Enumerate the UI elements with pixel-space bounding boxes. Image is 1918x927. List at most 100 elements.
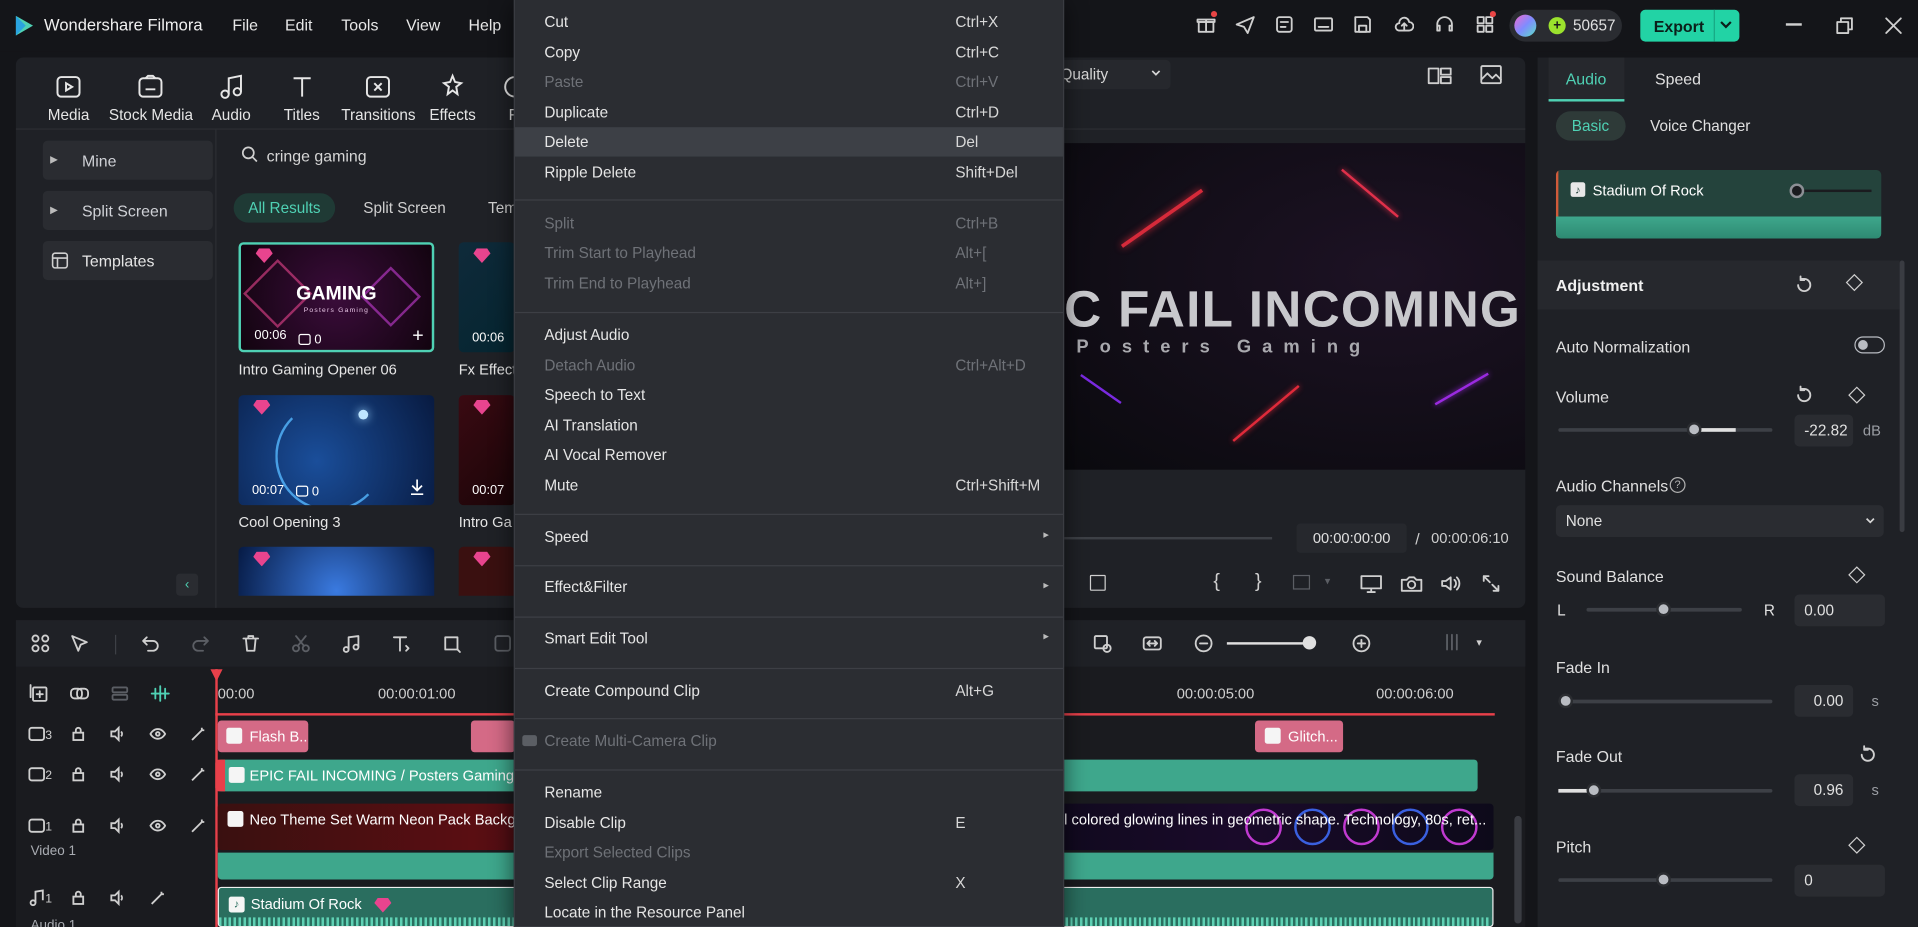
cloud-upload-icon[interactable]: [1394, 15, 1415, 35]
send-icon[interactable]: [1235, 15, 1255, 35]
settings-grid-icon[interactable]: [1442, 632, 1462, 652]
sidebar-item-mine[interactable]: Mine: [42, 140, 213, 180]
menu-item-mute[interactable]: Mute Ctrl+Shift+M: [515, 471, 1063, 500]
volume-value[interactable]: -22.82: [1794, 414, 1854, 447]
menu-item-ai-vocal-remover[interactable]: AI Vocal Remover: [515, 440, 1063, 469]
audio-clip-waveform[interactable]: ♪ Stadium Of Rock: [1555, 170, 1882, 239]
fade-in-slider[interactable]: [1558, 699, 1773, 704]
fade-out-knob[interactable]: [1586, 782, 1602, 798]
zoom-slider-knob[interactable]: [1302, 636, 1317, 650]
more-tools-icon[interactable]: [493, 634, 513, 654]
tool-audio[interactable]: Audio: [212, 72, 251, 124]
tasks-icon[interactable]: [1275, 15, 1295, 35]
scissors-icon[interactable]: [291, 634, 311, 654]
zoom-in-icon[interactable]: [1352, 634, 1372, 654]
save-icon[interactable]: [1353, 15, 1373, 35]
panel-scrollbar[interactable]: [1899, 260, 1905, 533]
menu-item-speech-to-text[interactable]: Speech to Text: [515, 380, 1063, 409]
menu-item-rename[interactable]: Rename: [515, 778, 1063, 807]
template-thumb-gaming-opener[interactable]: GAMING Posters Gaming 00:06 0 +: [238, 242, 435, 353]
mark-in-icon[interactable]: {: [1213, 571, 1220, 593]
menu-item-delete[interactable]: Delete Del: [514, 127, 1063, 157]
undo-icon[interactable]: [141, 634, 161, 654]
collapse-sidebar-button[interactable]: ‹: [176, 573, 199, 596]
auto-normalization-toggle[interactable]: [1854, 336, 1885, 354]
menu-item-copy[interactable]: Copy Ctrl+C: [515, 38, 1063, 67]
volume-icon[interactable]: [1440, 574, 1462, 594]
zoom-out-icon[interactable]: [1194, 634, 1214, 654]
preview-progress-track[interactable]: [1064, 536, 1273, 540]
apps-grid-icon[interactable]: [1475, 15, 1495, 35]
crop-icon[interactable]: [443, 634, 463, 654]
fade-out-value[interactable]: 0.96: [1794, 774, 1854, 807]
reset-icon[interactable]: [1794, 385, 1814, 405]
current-time-field[interactable]: 00:00:00:00: [1296, 523, 1407, 553]
tool-media[interactable]: Media: [48, 72, 89, 124]
menu-item-select-clip-range[interactable]: Select Clip Range X: [515, 868, 1063, 897]
filter-templates[interactable]: Tem: [488, 199, 517, 216]
tab-audio[interactable]: Audio: [1548, 57, 1625, 102]
subtab-basic[interactable]: Basic: [1555, 111, 1626, 141]
menu-item-smart-edit-tool[interactable]: Smart Edit Tool ▸: [515, 624, 1063, 653]
sound-balance-knob[interactable]: [1656, 601, 1671, 617]
sidebar-item-split-screen[interactable]: Split Screen: [42, 190, 213, 230]
snapshot-image-icon[interactable]: [1480, 65, 1502, 85]
magnet-snap-icon[interactable]: [150, 684, 170, 704]
select-pointer-icon[interactable]: [70, 634, 90, 654]
minimize-icon[interactable]: [1785, 23, 1802, 26]
timeline-scrollbar[interactable]: [1514, 815, 1522, 924]
template-thumb-intro-gaming[interactable]: 00:07: [458, 395, 515, 506]
download-icon[interactable]: [410, 478, 425, 496]
clip-volume-knob[interactable]: [1789, 183, 1805, 199]
gift-icon[interactable]: [1196, 15, 1216, 35]
tool-effects[interactable]: Effects: [429, 72, 476, 124]
template-thumb-fx-effect[interactable]: 00:06: [458, 242, 515, 353]
menu-item-adjust-audio[interactable]: Adjust Audio: [515, 320, 1063, 349]
camera-icon[interactable]: [1400, 574, 1423, 594]
grid-view-icon[interactable]: [1427, 66, 1452, 86]
menu-edit[interactable]: Edit: [285, 16, 312, 34]
tool-titles[interactable]: Titles: [284, 72, 320, 124]
display-icon[interactable]: [1360, 574, 1382, 594]
chevron-down-icon[interactable]: [1717, 16, 1734, 33]
pitch-knob[interactable]: [1656, 872, 1671, 887]
credits-pill[interactable]: + 50657: [1509, 9, 1622, 42]
clip-flash[interactable]: Flash B...: [217, 720, 309, 753]
tab-speed[interactable]: Speed: [1655, 70, 1701, 88]
keyframe-icon[interactable]: [1848, 836, 1866, 854]
template-thumb-red[interactable]: [458, 546, 515, 596]
redo-icon[interactable]: [191, 634, 211, 654]
menu-item-speed[interactable]: Speed ▸: [515, 522, 1063, 551]
template-thumb-tunnel[interactable]: [238, 546, 435, 596]
mark-out-icon[interactable]: }: [1255, 571, 1262, 593]
layout-grid-icon[interactable]: [31, 634, 51, 654]
link-icon[interactable]: [70, 684, 90, 704]
menu-item-effect-filter[interactable]: Effect&Filter ▸: [515, 572, 1063, 601]
track-manager-icon[interactable]: [110, 684, 130, 704]
volume-slider[interactable]: [1558, 428, 1773, 432]
clip-glitch-left[interactable]: [470, 720, 515, 753]
reset-icon[interactable]: [1794, 275, 1814, 295]
template-thumb-cool-opening[interactable]: 00:07 0: [238, 395, 435, 506]
preview-canvas[interactable]: C FAIL INCOMING Posters Gaming: [1064, 143, 1526, 470]
tool-stock-media[interactable]: Stock Media: [109, 72, 193, 124]
menu-item-disable-clip[interactable]: Disable Clip E: [515, 809, 1063, 838]
menu-help[interactable]: Help: [468, 16, 501, 34]
audio-channels-select[interactable]: None: [1555, 505, 1884, 537]
menu-item-locate-in-the-resource-panel[interactable]: Locate in the Resource Panel: [515, 898, 1063, 927]
menu-item-duplicate[interactable]: Duplicate Ctrl+D: [515, 98, 1063, 127]
support-icon[interactable]: [1435, 15, 1455, 35]
filter-split-screen[interactable]: Split Screen: [363, 199, 445, 216]
tool-transitions[interactable]: Transitions: [341, 72, 415, 124]
fade-in-value[interactable]: 0.00: [1794, 684, 1854, 717]
add-icon[interactable]: +: [412, 325, 423, 347]
fit-timeline-icon[interactable]: [1142, 634, 1162, 654]
filter-all-results[interactable]: All Results: [233, 193, 336, 223]
layout-icon[interactable]: [1314, 15, 1334, 35]
menu-view[interactable]: View: [406, 16, 440, 34]
stop-icon[interactable]: [1089, 574, 1106, 591]
keyframe-icon[interactable]: [1848, 386, 1866, 404]
menu-item-ripple-delete[interactable]: Ripple Delete Shift+Del: [515, 158, 1063, 187]
reset-icon[interactable]: [1858, 745, 1878, 765]
sound-balance-value[interactable]: 0.00: [1794, 594, 1885, 627]
